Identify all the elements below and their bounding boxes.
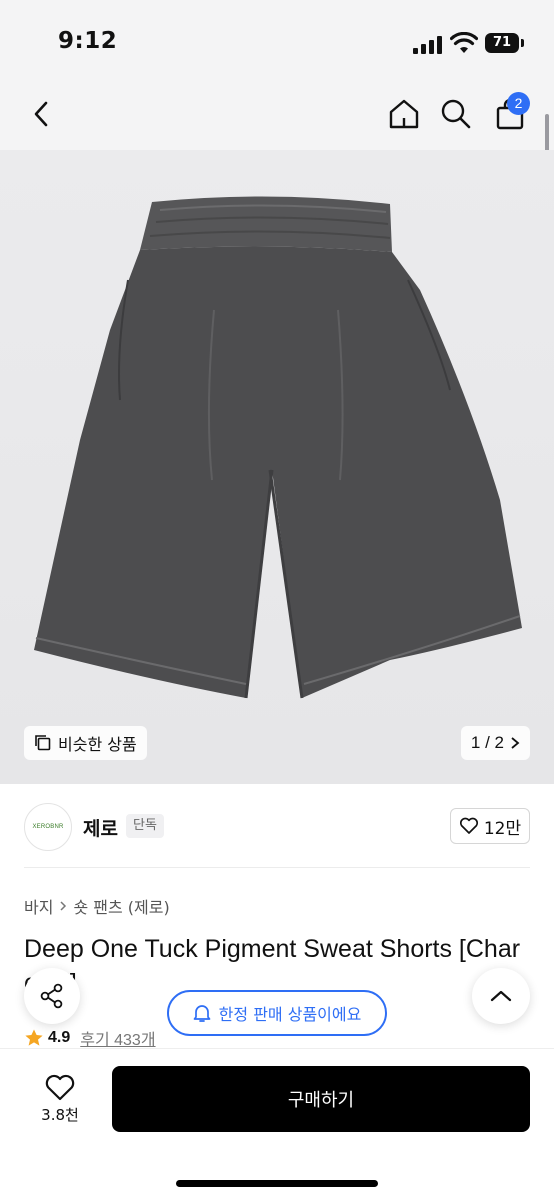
heart-icon	[459, 817, 478, 834]
share-icon	[40, 983, 63, 1009]
star-icon	[25, 1029, 43, 1046]
nav-bar	[0, 80, 554, 150]
wishlist-count: 3.8천	[41, 1105, 79, 1124]
battery-icon: 71	[485, 33, 519, 53]
buy-button[interactable]: 구매하기	[112, 1066, 530, 1132]
exclusive-badge: 단독	[126, 814, 164, 838]
breadcrumb-item[interactable]: 숏 팬츠 (제로)	[73, 894, 169, 918]
signal-icon	[413, 34, 443, 54]
wishlist-button[interactable]: 3.8천	[24, 1066, 96, 1132]
rating-row: 4.9 후기 433개	[24, 1026, 156, 1050]
chevron-up-icon	[490, 990, 512, 1002]
brand-like-count: 12만	[483, 818, 522, 839]
product-image[interactable]: 비슷한 상품 1 / 2	[0, 150, 554, 784]
status-time: 9:12	[58, 28, 118, 54]
brand-row[interactable]: XEROBNR 제로 단독 12만	[0, 800, 554, 866]
breadcrumb: 바지 숏 팬츠 (제로)	[24, 894, 170, 918]
share-button[interactable]	[24, 968, 80, 1024]
home-indicator	[176, 1180, 378, 1187]
brand-logo[interactable]: XEROBNR	[24, 803, 72, 851]
brand-like-button[interactable]: 12만	[450, 808, 530, 844]
similar-products-label: 비슷한 상품	[58, 735, 137, 754]
reviews-link[interactable]: 후기 433개	[80, 1026, 155, 1050]
pager-text: 1 / 2	[470, 733, 504, 752]
image-pager[interactable]: 1 / 2	[460, 726, 530, 760]
limited-sale-label: 한정 판매 상품이에요	[218, 1005, 362, 1024]
status-bar: 9:12 71	[0, 0, 554, 80]
scroll-top-button[interactable]	[472, 968, 530, 1024]
search-icon[interactable]	[436, 94, 476, 134]
back-chevron-icon[interactable]	[22, 94, 62, 134]
bell-icon	[193, 1005, 211, 1022]
rating-score: 4.9	[48, 1029, 71, 1046]
copy-icon	[35, 735, 51, 751]
brand-name[interactable]: 제로	[83, 814, 118, 841]
chevron-right-icon	[60, 901, 67, 911]
shorts-illustration	[34, 196, 522, 699]
battery-tip	[521, 39, 524, 47]
breadcrumb-item[interactable]: 바지	[24, 894, 53, 918]
divider	[24, 867, 530, 868]
limited-sale-pill[interactable]: 한정 판매 상품이에요	[167, 990, 387, 1036]
heart-icon	[45, 1074, 75, 1100]
chevron-right-icon	[511, 737, 520, 749]
wifi-icon	[450, 32, 478, 53]
home-icon[interactable]	[384, 94, 424, 134]
similar-products-button[interactable]: 비슷한 상품	[24, 726, 147, 760]
cart-count-badge: 2	[507, 92, 530, 115]
